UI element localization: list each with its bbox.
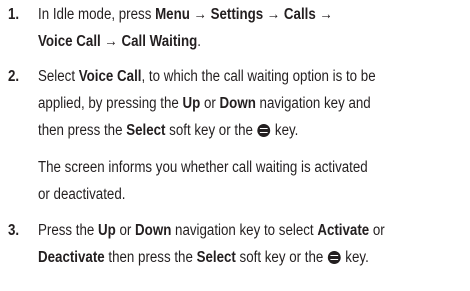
ok-key-icon <box>327 251 341 264</box>
step-2-line-2: applied, by pressing the Up or Down navi… <box>38 95 371 112</box>
step-1-line-1: In Idle mode, press Menu → Settings → Ca… <box>38 6 333 23</box>
step-number: 2. <box>8 68 20 85</box>
step-2-line-3: then press the Select soft key or the ke… <box>38 122 299 139</box>
step-number: 1. <box>8 6 20 23</box>
step-number: 3. <box>8 222 20 239</box>
step-3-line-2: Deactivate then press the Select soft ke… <box>38 249 369 266</box>
instruction-document: 1. In Idle mode, press Menu → Settings →… <box>0 0 470 291</box>
step-3-line-1: Press the Up or Down navigation key to s… <box>38 222 385 239</box>
menu-path: Menu → Settings → Calls → <box>155 6 333 23</box>
step-2-note-line-1: The screen informs you whether call wait… <box>38 159 368 176</box>
step-2-line-1: Select Voice Call, to which the call wai… <box>38 68 376 85</box>
ok-key-icon <box>257 124 271 137</box>
step-2-note-line-2: or deactivated. <box>38 186 126 203</box>
step-1-line-2: Voice Call → Call Waiting. <box>38 33 201 50</box>
menu-path: Voice Call → Call Waiting <box>38 33 198 50</box>
